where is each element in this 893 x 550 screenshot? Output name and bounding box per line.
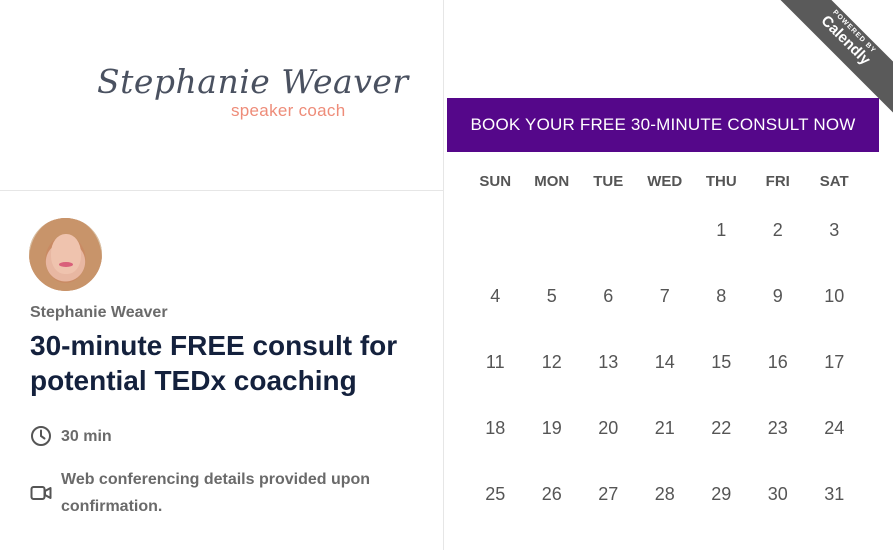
- avatar: [29, 218, 102, 291]
- location-row: Web conferencing details provided upon c…: [30, 466, 430, 520]
- calendar-day: 13: [598, 352, 619, 372]
- calendar-grid: 1 2 3 4 5 6 7 8 9 10 11 12 13 14 15 16 17 18 19 20 21 22 23 24 2…: [467, 214, 877, 544]
- calendar-day: 28: [654, 484, 675, 504]
- calendar-day: 1: [716, 220, 727, 240]
- calendar-day: 30: [767, 484, 788, 504]
- calendar-day: 19: [541, 418, 562, 438]
- calendar-day: 6: [603, 286, 614, 306]
- weekday-label: MON: [534, 173, 570, 190]
- calendar-day: 7: [659, 286, 670, 306]
- calendly-ribbon[interactable]: POWERED BY Calendly: [773, 0, 893, 113]
- empty-day-cell: [467, 214, 524, 280]
- calendar-day: 20: [598, 418, 619, 438]
- empty-day-cell: [580, 214, 637, 280]
- organizer-name: Stephanie Weaver: [30, 304, 168, 321]
- calendar-day: 16: [767, 352, 788, 372]
- avatar-lips: [59, 262, 73, 267]
- calendar-day: 15: [711, 352, 732, 372]
- calendar-day: 5: [546, 286, 557, 306]
- calendar-day: 21: [654, 418, 675, 438]
- calendar-day: 12: [541, 352, 562, 372]
- calendar-day: 2: [772, 220, 783, 240]
- calendar-day: 26: [541, 484, 562, 504]
- calendar-day: 17: [824, 352, 845, 372]
- event-title: 30-minute FREE consult for potential TED…: [30, 330, 398, 396]
- calendar-day: 4: [490, 286, 501, 306]
- logo-area: Stephanie Weaver speaker coach: [0, 0, 444, 191]
- calendar-day: 22: [711, 418, 732, 438]
- calendar-panel: POWERED BY Calendly BOOK YOUR FREE 30-MI…: [445, 0, 893, 550]
- weekday-label: FRI: [765, 173, 790, 190]
- book-banner: BOOK YOUR FREE 30-MINUTE CONSULT NOW: [447, 98, 879, 152]
- duration-text: 30 min: [61, 428, 112, 445]
- logo-name: Stephanie Weaver: [97, 62, 409, 101]
- location-text: Web conferencing details provided upon c…: [61, 471, 371, 515]
- weekday-header: SUN MON TUE WED THU FRI SAT: [467, 172, 877, 192]
- calendar-day: 23: [767, 418, 788, 438]
- calendar-day: 8: [716, 286, 727, 306]
- weekday-label: SUN: [479, 173, 512, 190]
- weekday-label: TUE: [593, 173, 624, 190]
- clock-icon: [30, 425, 52, 447]
- calendar-day: 27: [598, 484, 619, 504]
- calendar-day: 10: [824, 286, 845, 306]
- calendar-day: 3: [829, 220, 840, 240]
- calendar-day: 9: [772, 286, 783, 306]
- video-camera-icon: [30, 482, 52, 504]
- calendar-day: 29: [711, 484, 732, 504]
- calendar-day: 31: [824, 484, 845, 504]
- avatar-face: [51, 234, 81, 274]
- weekday-label: THU: [705, 173, 737, 190]
- calendar-day: 24: [824, 418, 845, 438]
- weekday-label: SAT: [819, 173, 849, 190]
- duration-row: 30 min: [30, 425, 112, 449]
- calendar-day: 11: [485, 352, 505, 372]
- calendar-day: 25: [485, 484, 506, 504]
- empty-day-cell: [637, 214, 694, 280]
- event-details-panel: Stephanie Weaver speaker coach Stephanie…: [0, 0, 444, 550]
- calendar-day: 14: [654, 352, 675, 372]
- logo-tagline: speaker coach: [231, 101, 346, 120]
- empty-day-cell: [524, 214, 581, 280]
- weekday-label: WED: [647, 173, 683, 190]
- calendar-day: 18: [485, 418, 506, 438]
